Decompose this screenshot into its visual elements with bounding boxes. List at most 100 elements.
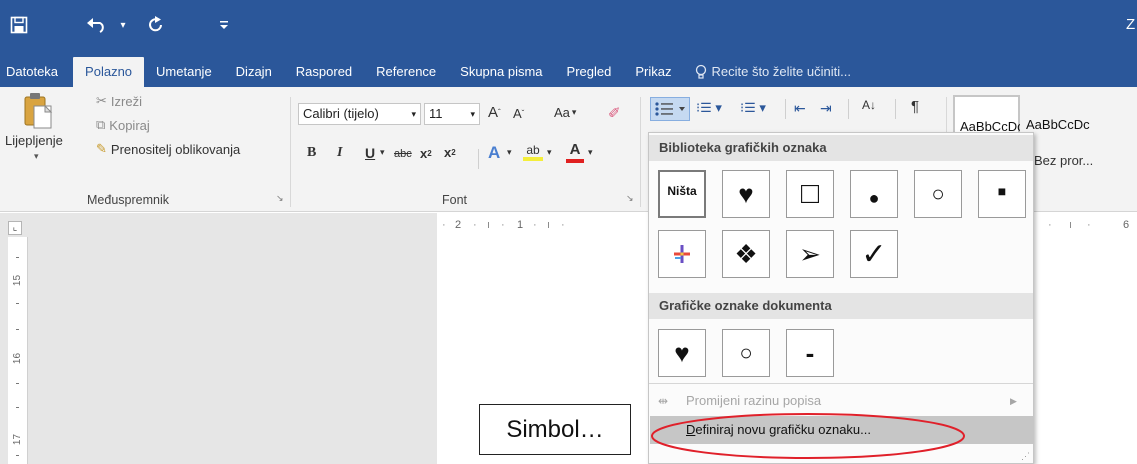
ruler-tick [16,257,19,258]
tab-review[interactable]: Pregled [555,57,624,87]
bullet-empty-square-option[interactable]: □ [786,170,834,218]
tab-file[interactable]: Datoteka [0,57,64,87]
shrink-font-icon[interactable]: Aˇ [513,106,524,121]
tab-layout[interactable]: Raspored [284,57,364,87]
ruler-tick [16,407,19,408]
ruler-tick [16,329,19,330]
ruler-tick-label: 6 [1123,219,1130,231]
tab-references[interactable]: Reference [364,57,448,87]
bullet-library-header: Biblioteka grafičkih oznaka [649,135,1033,161]
highlight-ellipse [651,413,965,459]
font-color-icon[interactable]: A [566,141,584,163]
customize-qat-icon[interactable] [214,12,234,38]
divider [478,149,479,169]
scissors-icon: ✂ [96,93,107,108]
bullets-icon [655,102,685,116]
bold-icon[interactable]: B [307,145,316,161]
document-bullets-header: Grafičke oznake dokumenta [649,293,1033,319]
tab-home[interactable]: Polazno [73,57,145,87]
title-bar: ▾ Z [0,0,1137,52]
ruler-tick-label: 2 [455,219,462,231]
divider [785,99,786,119]
bullet-arrow-option[interactable]: ➢ [786,230,834,278]
font-size-select[interactable]: 11 ▾ [424,103,480,125]
tab-insert[interactable]: Umetanje [144,57,224,87]
bullet-filled-square-option[interactable]: ■ [978,170,1026,218]
strikethrough-icon[interactable]: abc [394,148,412,160]
resize-grip-icon[interactable]: ⋰ [1021,451,1030,462]
tell-me-box[interactable]: Recite što želite učiniti... [683,57,862,87]
paste-icon[interactable] [22,91,54,131]
redo-icon[interactable] [143,12,169,38]
underline-dropdown-icon[interactable]: ▾ [380,147,385,158]
lightbulb-icon [695,64,707,80]
sort-icon[interactable]: A↓ [862,98,876,112]
format-painter-label: Prenositelj oblikovanja [110,141,241,157]
bullet-checkmark-option[interactable]: ✓ [850,230,898,278]
text-effects-icon[interactable]: A [488,143,500,163]
superscript-icon[interactable]: x2 [444,145,456,160]
window-title-fragment: Z [1126,16,1136,33]
vertical-ruler[interactable]: 15 16 17 [8,237,28,464]
style-no-spacing-sample: AaBbCcDc [1026,117,1090,132]
subscript-icon[interactable]: x2 [420,146,432,161]
numbering-icon[interactable]: ⁝☰ ▾ [696,100,722,116]
bullet-empty-circle-option[interactable]: ○ [914,170,962,218]
multilevel-list-icon[interactable]: ⁝☰ ▾ [740,100,766,116]
chevron-right-icon: ▶ [1010,396,1017,406]
format-painter-button[interactable]: ✎ Prenositelj oblikovanja [96,141,240,157]
bullet-heart-option[interactable]: ♥ [722,170,770,218]
grow-font-icon[interactable]: Aˆ [488,104,501,121]
doc-bullet-dash-option[interactable]: - [786,329,834,377]
cut-label: Izreži [110,93,142,109]
doc-bullet-circle-option[interactable]: ○ [722,329,770,377]
save-icon[interactable] [4,12,34,38]
change-case-label: Aa [554,105,570,120]
ruler-tick [16,303,19,304]
ruler-tick [16,383,19,384]
chevron-down-icon: ▾ [470,109,475,119]
clipboard-group-label: Međuspremnik [87,193,169,207]
colored-plus-icon [674,245,690,263]
paste-button[interactable]: Lijepljenje [5,133,63,148]
tab-view[interactable]: Prikaz [623,57,683,87]
font-group-label: Font [442,193,468,207]
ruler-tick-label: 17 [12,433,24,446]
ruler-tick-label: 1 [517,219,524,231]
style-no-spacing-tile[interactable]: AaBbCcDc Bez pror... [1022,95,1137,173]
bullet-colored-plus-option[interactable] [658,230,706,278]
tab-mailings[interactable]: Skupna pisma [448,57,554,87]
bullet-none-option[interactable]: Ništa [658,170,706,218]
cut-button[interactable]: ✂ Izreži [96,93,142,109]
clear-formatting-icon[interactable]: ✐ [608,104,621,122]
show-formatting-icon[interactable]: ¶ [911,98,919,115]
clipboard-launcher-icon[interactable]: ↘ [276,193,284,204]
bullet-filled-circle-option[interactable]: ● [850,170,898,218]
highlight-dropdown-icon[interactable]: ▾ [547,147,552,158]
bullet-diamond-option[interactable]: ❖ [722,230,770,278]
copy-button[interactable]: ⧉ Kopiraj [96,117,150,133]
underline-icon[interactable]: U [365,145,375,161]
tab-selector-icon[interactable]: ⌞ [8,221,22,235]
highlight-icon[interactable]: ab [523,143,543,161]
doc-bullet-heart-option[interactable]: ♥ [658,329,706,377]
increase-indent-icon[interactable]: ⇥ [820,100,832,117]
tab-design[interactable]: Dizajn [224,57,284,87]
group-divider [290,97,291,207]
font-name-select[interactable]: Calibri (tijelo) ▾ [298,103,421,125]
undo-dropdown-icon[interactable]: ▾ [116,12,130,38]
ruler-tick [16,455,19,456]
text-effects-dropdown-icon[interactable]: ▾ [507,147,512,158]
ribbon-tabs: Datoteka Polazno Umetanje Dizajn Raspore… [0,52,1137,87]
decrease-indent-icon[interactable]: ⇤ [794,100,806,117]
undo-icon[interactable] [82,12,112,38]
change-list-level-item: ⇹ Promijeni razinu popisa ▶ [650,387,1034,415]
ruler-tick-label: 15 [12,274,24,287]
bullets-button-active[interactable] [650,97,690,121]
font-launcher-icon[interactable]: ↘ [626,193,634,204]
change-case-button[interactable]: Aa ▾ [554,105,576,120]
paste-dropdown-icon[interactable]: ▾ [34,151,39,162]
font-color-dropdown-icon[interactable]: ▾ [588,147,593,158]
brush-icon: ✎ [96,141,107,156]
italic-icon[interactable]: I [337,145,342,161]
